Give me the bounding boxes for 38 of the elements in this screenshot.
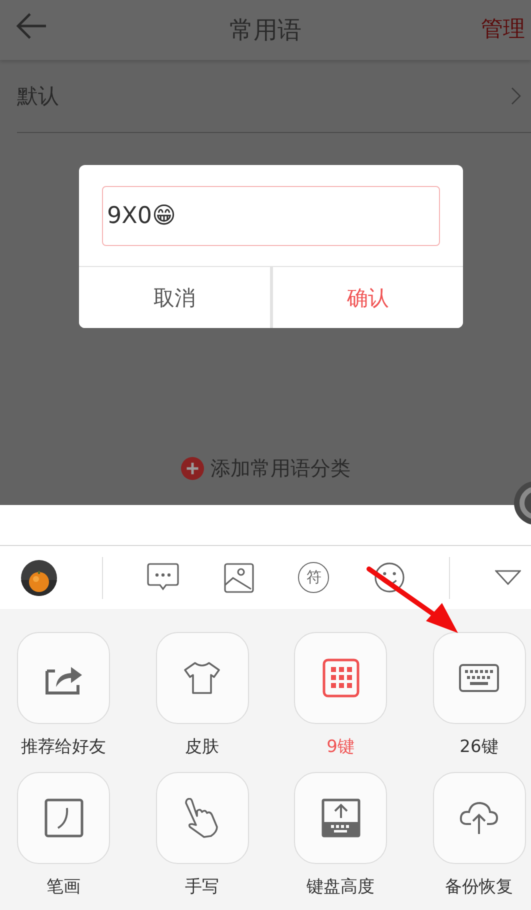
menu-tile-button[interactable]: [432, 772, 526, 864]
menu-label: 备份恢复: [445, 876, 513, 898]
keyboard-height-icon: [320, 798, 360, 838]
stroke-icon: [44, 798, 84, 838]
category-label: 默认: [17, 83, 59, 110]
add-category-link[interactable]: 添加常用语分类: [210, 455, 350, 482]
confirm-button[interactable]: 确认: [270, 267, 463, 328]
pointing-hand-icon: [184, 798, 220, 838]
cloud-upload-icon: [459, 801, 499, 835]
keyboard-icon: [459, 664, 499, 692]
menu-tile-button[interactable]: [156, 632, 248, 724]
menu-tile-button[interactable]: [294, 772, 387, 864]
menu-tile-button[interactable]: [17, 632, 110, 724]
collapse-triangle-icon[interactable]: [494, 570, 521, 586]
image-icon[interactable]: [224, 562, 254, 592]
menu-label: 推荐给好友: [21, 736, 106, 758]
menu-tile-button[interactable]: [17, 772, 110, 864]
symbol-key[interactable]: 符: [298, 562, 330, 593]
menu-tile-button[interactable]: [432, 632, 526, 724]
menu-label: 26键: [460, 736, 498, 758]
menu-tile-button[interactable]: [156, 772, 248, 864]
menu-label: 笔画: [46, 876, 80, 898]
input-field[interactable]: 9X0😁: [102, 186, 440, 246]
menu-label: 手写: [185, 876, 219, 898]
smiley-icon[interactable]: [374, 562, 405, 593]
menu-label: 键盘高度: [306, 876, 374, 898]
back-arrow-icon[interactable]: [16, 12, 48, 40]
menu-tile-button[interactable]: [294, 632, 387, 724]
plus-circle-icon[interactable]: [180, 457, 204, 480]
menu-label: 9键: [326, 736, 354, 758]
menu-label: 皮肤: [185, 736, 219, 758]
keypad-grid-icon: [322, 658, 360, 698]
manage-button[interactable]: 管理: [481, 14, 525, 44]
page-title: 常用语: [230, 15, 302, 46]
category-row[interactable]: 默认: [17, 60, 531, 133]
chevron-right-icon: [511, 87, 521, 105]
t-shirt-icon: [183, 661, 221, 695]
chat-bubble-icon[interactable]: [147, 562, 180, 592]
